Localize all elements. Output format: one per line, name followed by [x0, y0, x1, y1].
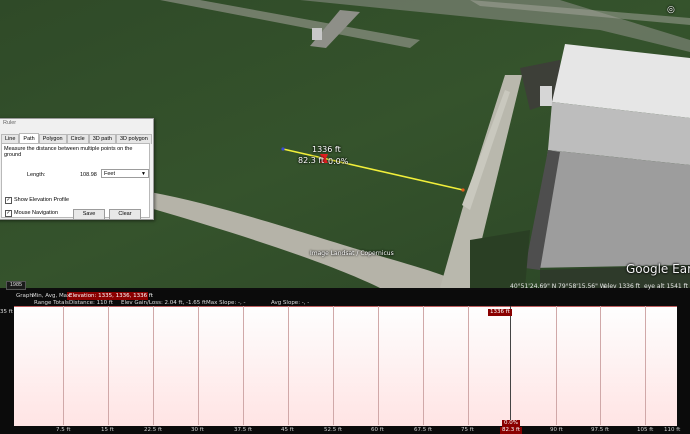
ruler-description: Measure the distance between multiple po…: [4, 146, 133, 158]
elevation-stats: Elevation: 1335, 1336, 1336 ft: [69, 293, 153, 299]
ruler-dialog: Ruler Line Path Polygon Circle 3D path 3…: [0, 118, 154, 220]
x-tick-label: 105 ft: [637, 427, 654, 433]
grid-line: [243, 306, 244, 425]
map-grade-label: 0.0%: [328, 157, 349, 166]
ruler-path-panel: Measure the distance between multiple po…: [1, 143, 150, 218]
ruler-tabs: Line Path Polygon Circle 3D path 3D poly…: [1, 133, 152, 144]
length-value: 108.98: [80, 172, 97, 178]
eye-altitude-readout: eye alt 1541 ft: [644, 283, 688, 290]
google-earth-logo: Google Earth: [626, 262, 690, 276]
grid-line: [556, 306, 557, 425]
grid-line: [645, 306, 646, 425]
mouse-navigation-checkbox[interactable]: ✓: [5, 210, 12, 217]
grid-line: [423, 306, 424, 425]
save-button[interactable]: Save: [73, 209, 105, 220]
graph-options[interactable]: Min, Avg, Max: [32, 293, 70, 299]
x-tick-label: 97.5 ft: [591, 427, 609, 433]
length-label: Length:: [27, 172, 46, 178]
grid-line: [600, 306, 601, 425]
navigation-control-icon[interactable]: ◎: [667, 5, 675, 15]
cursor-distance-tag: 82.3 ft: [500, 427, 522, 434]
elevation-graph[interactable]: [14, 306, 677, 426]
grid-line: [468, 306, 469, 425]
x-tick-label: 67.5 ft: [414, 427, 432, 433]
map-elevation-label: 1336 ft: [312, 145, 341, 154]
x-tick-label: 110 ft: [664, 427, 681, 433]
elevation-readout: elev 1336 ft: [604, 283, 641, 290]
grid-line: [198, 306, 199, 425]
unit-select-value: Feet: [104, 171, 116, 177]
x-tick-label: 30 ft: [191, 427, 204, 433]
ruler-dialog-title: Ruler: [3, 120, 17, 126]
x-tick-label: 52.5 ft: [324, 427, 342, 433]
show-elevation-label: Show Elevation Profile: [14, 197, 70, 203]
x-tick-label: 75 ft: [461, 427, 474, 433]
grid-line: [378, 306, 379, 425]
x-tick-label: 60 ft: [371, 427, 384, 433]
map-distance-label: 82.3 ft: [298, 156, 325, 165]
x-tick-label: 90 ft: [550, 427, 563, 433]
historical-year-badge[interactable]: 1985: [6, 281, 26, 290]
grid-line: [333, 306, 334, 425]
x-tick-label: 45 ft: [281, 427, 294, 433]
clear-button[interactable]: Clear: [109, 209, 141, 220]
grid-line: [153, 306, 154, 425]
grid-line: [63, 306, 64, 425]
mouse-navigation-label: Mouse Navigation: [14, 210, 59, 216]
grid-line: [288, 306, 289, 425]
cursor-slope-tag: 0.0%: [502, 420, 520, 427]
latitude-readout: 40°51'24.69" N: [510, 283, 557, 290]
grid-line: [108, 306, 109, 425]
y-axis-label: 35 ft: [0, 309, 13, 315]
x-tick-label: 22.5 ft: [144, 427, 162, 433]
x-tick-label: 15 ft: [101, 427, 114, 433]
show-elevation-checkbox[interactable]: ✓: [5, 197, 12, 204]
imagery-attribution: Image Landsat / Copernicus: [310, 250, 394, 257]
longitude-readout: 79°58'15.56" W: [558, 283, 606, 290]
unit-select[interactable]: Feet ▼: [101, 169, 149, 178]
x-tick-label: 7.5 ft: [56, 427, 71, 433]
x-tick-label: 37.5 ft: [234, 427, 252, 433]
profile-cursor-line: [510, 306, 511, 425]
chevron-down-icon: ▼: [141, 171, 146, 177]
cursor-elevation-tag: 1336 ft: [488, 309, 512, 316]
